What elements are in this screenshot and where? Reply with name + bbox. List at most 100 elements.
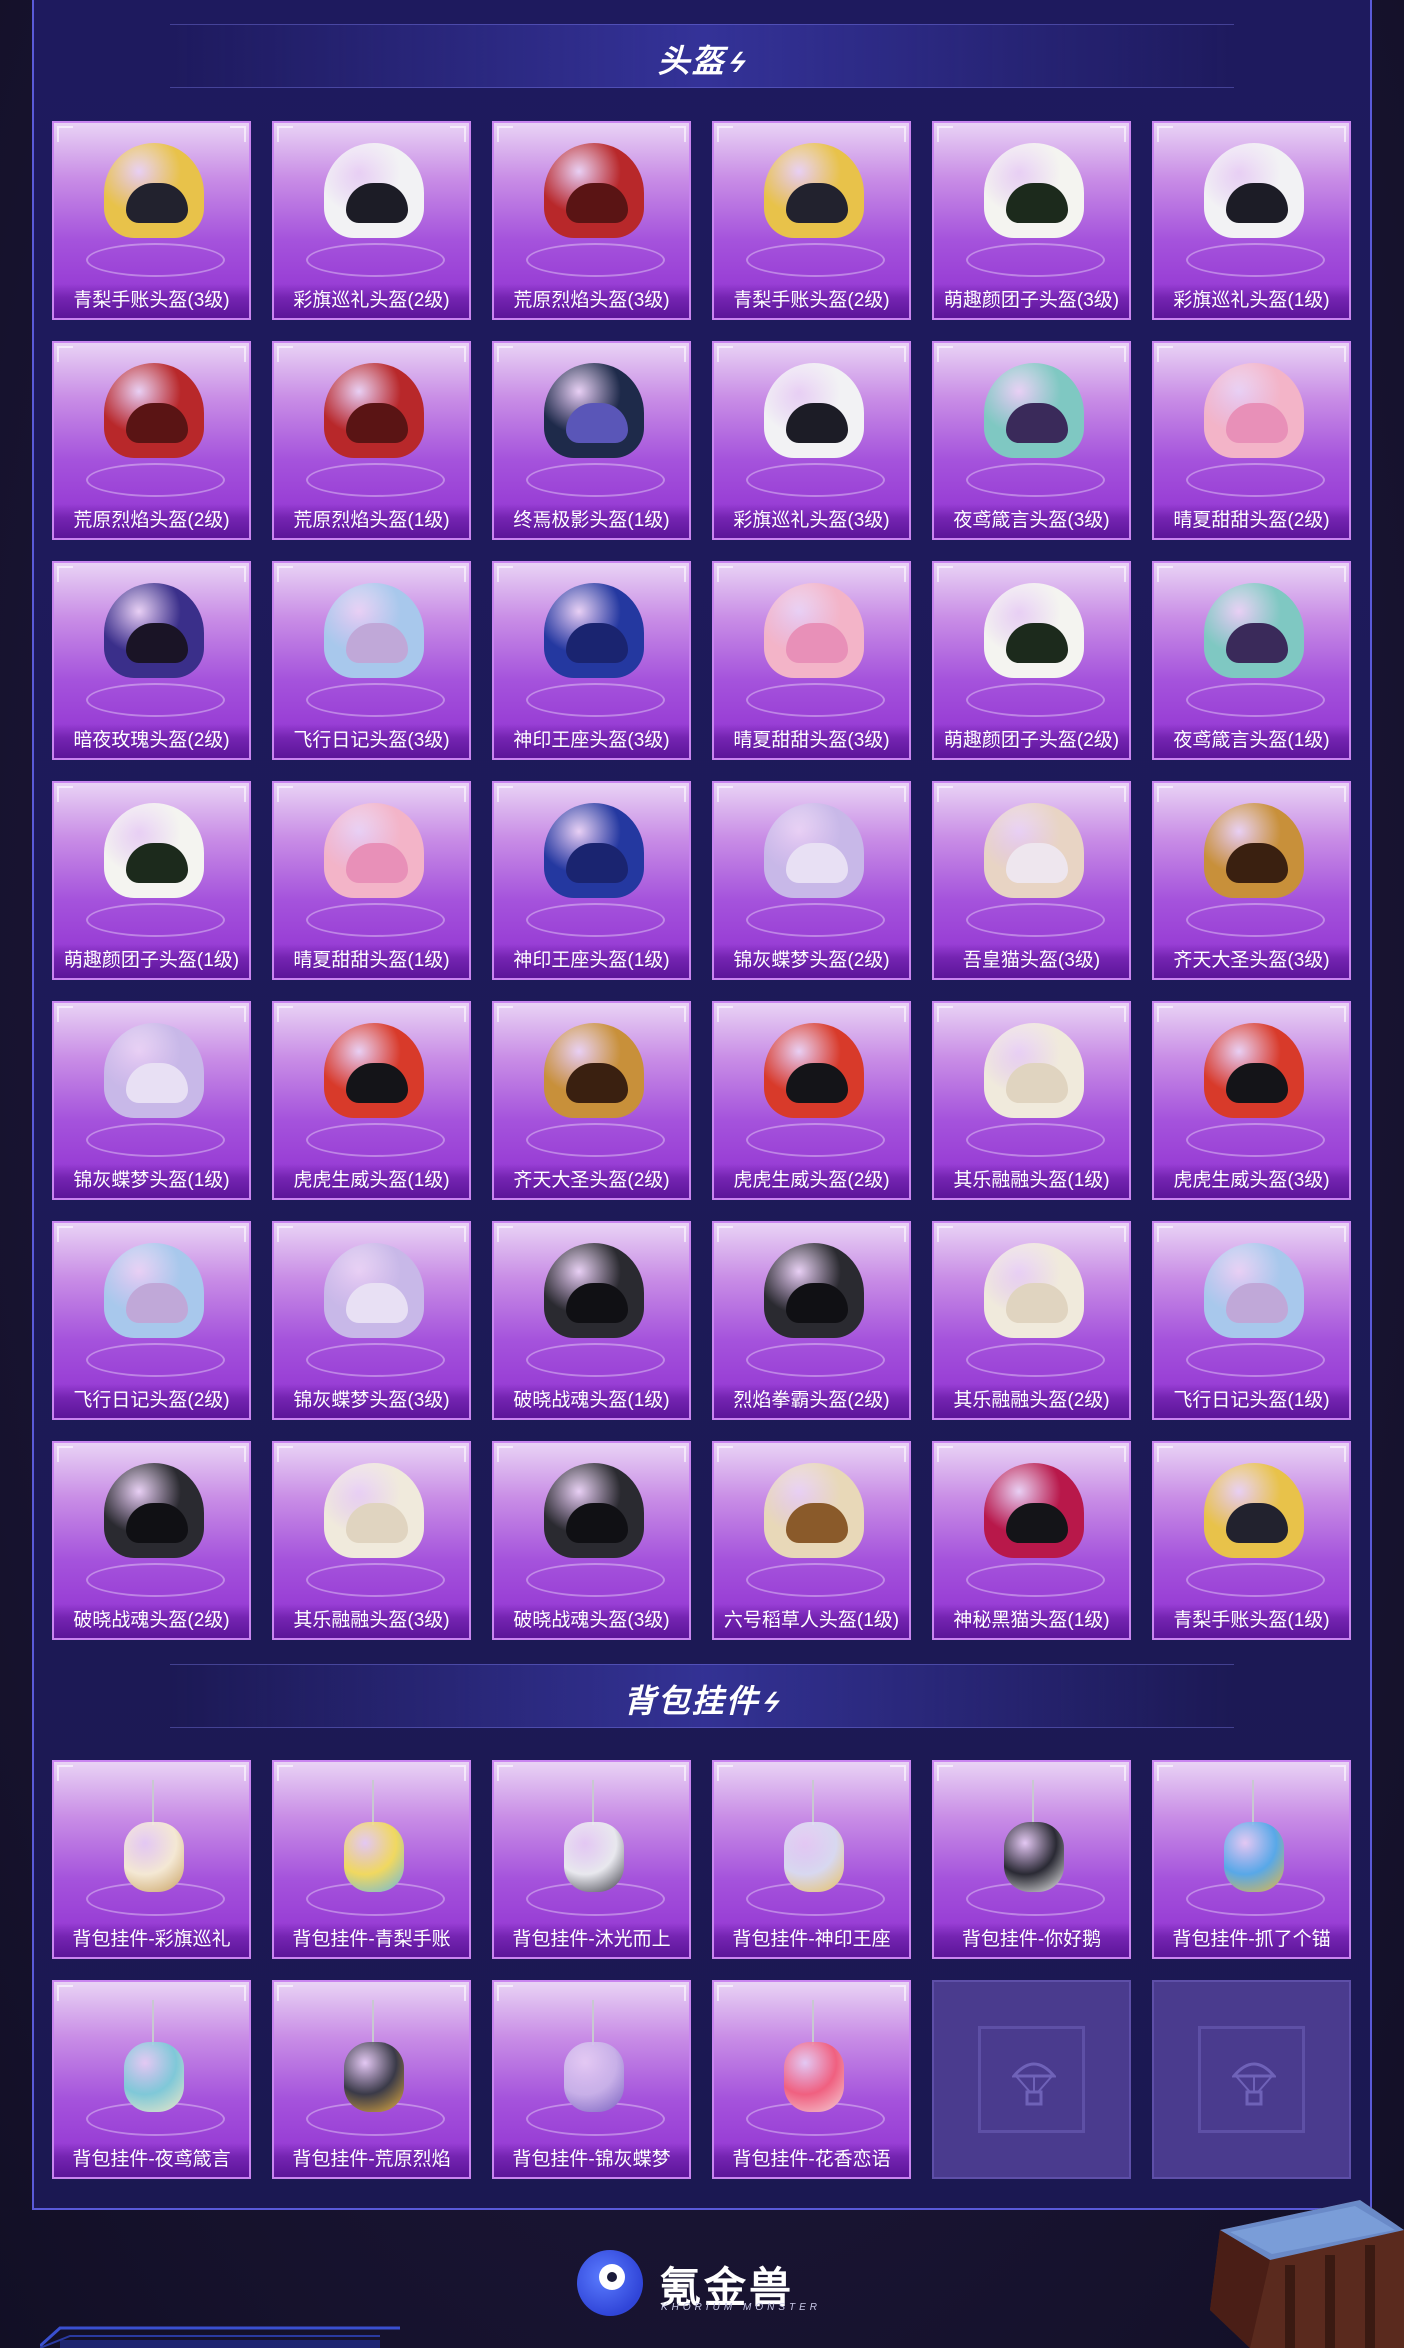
helmet-icon xyxy=(984,803,1084,898)
helmet-card[interactable]: 彩旗巡礼头盔(3级) xyxy=(712,341,911,540)
helmet-card[interactable]: 锦灰蝶梦头盔(2级) xyxy=(712,781,911,980)
pendant-card[interactable]: 背包挂件-青梨手账 xyxy=(272,1760,471,1959)
helmet-card[interactable]: 荒原烈焰头盔(1级) xyxy=(272,341,471,540)
card-corner xyxy=(277,1765,293,1781)
pendant-card[interactable]: 背包挂件-神印王座 xyxy=(712,1760,911,1959)
helmet-card[interactable]: 其乐融融头盔(3级) xyxy=(272,1441,471,1640)
helmet-card[interactable]: 破晓战魂头盔(2级) xyxy=(52,1441,251,1640)
helmet-card[interactable]: 飞行日记头盔(2级) xyxy=(52,1221,251,1420)
helmet-card[interactable]: 其乐融融头盔(2级) xyxy=(932,1221,1131,1420)
helmet-visor xyxy=(786,843,848,883)
pedestal-ring xyxy=(306,1563,445,1597)
helmet-card[interactable]: 荒原烈焰头盔(3级) xyxy=(492,121,691,320)
helmet-icon xyxy=(544,583,644,678)
helmet-label: 萌趣颜团子头盔(2级) xyxy=(934,724,1129,758)
card-corner xyxy=(57,1446,73,1462)
helmet-visor xyxy=(566,1063,628,1103)
helmet-card[interactable]: 萌趣颜团子头盔(2级) xyxy=(932,561,1131,760)
pendant-charm-icon xyxy=(784,2042,844,2112)
card-corner xyxy=(57,1765,73,1781)
helmet-visor xyxy=(1006,1063,1068,1103)
card-corner xyxy=(57,1006,73,1022)
helmet-label: 萌趣颜团子头盔(3级) xyxy=(934,284,1129,318)
pendant-card[interactable]: 背包挂件-夜鸢箴言 xyxy=(52,1980,251,2179)
helmet-card[interactable]: 六号稻草人头盔(1级) xyxy=(712,1441,911,1640)
helmet-card[interactable]: 晴夏甜甜头盔(3级) xyxy=(712,561,911,760)
helmet-card[interactable]: 虎虎生威头盔(1级) xyxy=(272,1001,471,1200)
helmet-icon xyxy=(764,803,864,898)
helmet-card[interactable]: 暗夜玫瑰头盔(2级) xyxy=(52,561,251,760)
helmet-card[interactable]: 彩旗巡礼头盔(1级) xyxy=(1152,121,1351,320)
helmet-visor xyxy=(566,623,628,663)
helmet-card[interactable]: 终焉极影头盔(1级) xyxy=(492,341,691,540)
helmet-label: 飞行日记头盔(2级) xyxy=(54,1384,249,1418)
card-corner xyxy=(497,1765,513,1781)
helmet-card[interactable]: 虎虎生威头盔(2级) xyxy=(712,1001,911,1200)
helmet-visor xyxy=(126,1503,188,1543)
card-corner xyxy=(937,786,953,802)
helmet-card[interactable]: 神印王座头盔(3级) xyxy=(492,561,691,760)
card-corner xyxy=(670,346,686,362)
card-corner xyxy=(890,1985,906,2001)
helmet-card[interactable]: 青梨手账头盔(1级) xyxy=(1152,1441,1351,1640)
helmet-card[interactable]: 彩旗巡礼头盔(2级) xyxy=(272,121,471,320)
helmet-card[interactable]: 青梨手账头盔(3级) xyxy=(52,121,251,320)
helmet-card[interactable]: 其乐融融头盔(1级) xyxy=(932,1001,1131,1200)
helmet-label: 虎虎生威头盔(3级) xyxy=(1154,1164,1349,1198)
pendant-card[interactable]: 背包挂件-花香恋语 xyxy=(712,1980,911,2179)
helmet-card[interactable]: 晴夏甜甜头盔(2级) xyxy=(1152,341,1351,540)
helmet-card[interactable]: 夜鸢箴言头盔(1级) xyxy=(1152,561,1351,760)
helmet-card[interactable]: 夜鸢箴言头盔(3级) xyxy=(932,341,1131,540)
helmet-label: 青梨手账头盔(3级) xyxy=(54,284,249,318)
helmet-card[interactable]: 荒原烈焰头盔(2级) xyxy=(52,341,251,540)
helmet-card[interactable]: 齐天大圣头盔(2级) xyxy=(492,1001,691,1200)
helmet-icon xyxy=(764,1463,864,1558)
card-corner xyxy=(277,1446,293,1462)
pendant-card[interactable]: 背包挂件-抓了个锚 xyxy=(1152,1760,1351,1959)
helmet-card[interactable]: 齐天大圣头盔(3级) xyxy=(1152,781,1351,980)
card-corner xyxy=(497,1985,513,2001)
helmet-visor xyxy=(1006,403,1068,443)
card-corner xyxy=(230,566,246,582)
pedestal-ring xyxy=(86,683,225,717)
helmet-card[interactable]: 神秘黑猫头盔(1级) xyxy=(932,1441,1131,1640)
helmet-visor xyxy=(346,623,408,663)
helmet-card[interactable]: 虎虎生威头盔(3级) xyxy=(1152,1001,1351,1200)
card-corner xyxy=(1157,346,1173,362)
helmet-visor xyxy=(1226,183,1288,223)
pedestal-ring xyxy=(1186,903,1325,937)
pendant-card[interactable]: 背包挂件-荒原烈焰 xyxy=(272,1980,471,2179)
pendant-card[interactable]: 背包挂件-彩旗巡礼 xyxy=(52,1760,251,1959)
pedestal-ring xyxy=(526,1563,665,1597)
helmet-visor xyxy=(1006,843,1068,883)
helmet-label: 齐天大圣头盔(2级) xyxy=(494,1164,689,1198)
helmet-card[interactable]: 神印王座头盔(1级) xyxy=(492,781,691,980)
card-corner xyxy=(890,1765,906,1781)
pendant-card[interactable]: 背包挂件-沐光而上 xyxy=(492,1760,691,1959)
helmet-card[interactable]: 破晓战魂头盔(1级) xyxy=(492,1221,691,1420)
card-corner xyxy=(937,1765,953,1781)
helmet-card[interactable]: 破晓战魂头盔(3级) xyxy=(492,1441,691,1640)
helmet-card[interactable]: 萌趣颜团子头盔(3级) xyxy=(932,121,1131,320)
helmet-label: 荒原烈焰头盔(1级) xyxy=(274,504,469,538)
card-corner xyxy=(57,786,73,802)
helmet-card[interactable]: 烈焰拳霸头盔(2级) xyxy=(712,1221,911,1420)
helmet-icon xyxy=(984,1023,1084,1118)
helmet-card[interactable]: 萌趣颜团子头盔(1级) xyxy=(52,781,251,980)
helmet-card[interactable]: 晴夏甜甜头盔(1级) xyxy=(272,781,471,980)
helmet-label: 破晓战魂头盔(1级) xyxy=(494,1384,689,1418)
card-corner xyxy=(450,346,466,362)
card-corner xyxy=(717,786,733,802)
helmet-card[interactable]: 青梨手账头盔(2级) xyxy=(712,121,911,320)
helmet-card[interactable]: 锦灰蝶梦头盔(1级) xyxy=(52,1001,251,1200)
card-corner xyxy=(670,1765,686,1781)
helmet-card[interactable]: 吾皇猫头盔(3级) xyxy=(932,781,1131,980)
helmet-card[interactable]: 飞行日记头盔(3级) xyxy=(272,561,471,760)
helmet-visor xyxy=(566,1283,628,1323)
helmet-card[interactable]: 飞行日记头盔(1级) xyxy=(1152,1221,1351,1420)
pedestal-ring xyxy=(526,1123,665,1157)
pendant-card[interactable]: 背包挂件-你好鹅 xyxy=(932,1760,1131,1959)
pendant-card[interactable]: 背包挂件-锦灰蝶梦 xyxy=(492,1980,691,2179)
helmet-card[interactable]: 锦灰蝶梦头盔(3级) xyxy=(272,1221,471,1420)
helmet-label: 破晓战魂头盔(2级) xyxy=(54,1604,249,1638)
